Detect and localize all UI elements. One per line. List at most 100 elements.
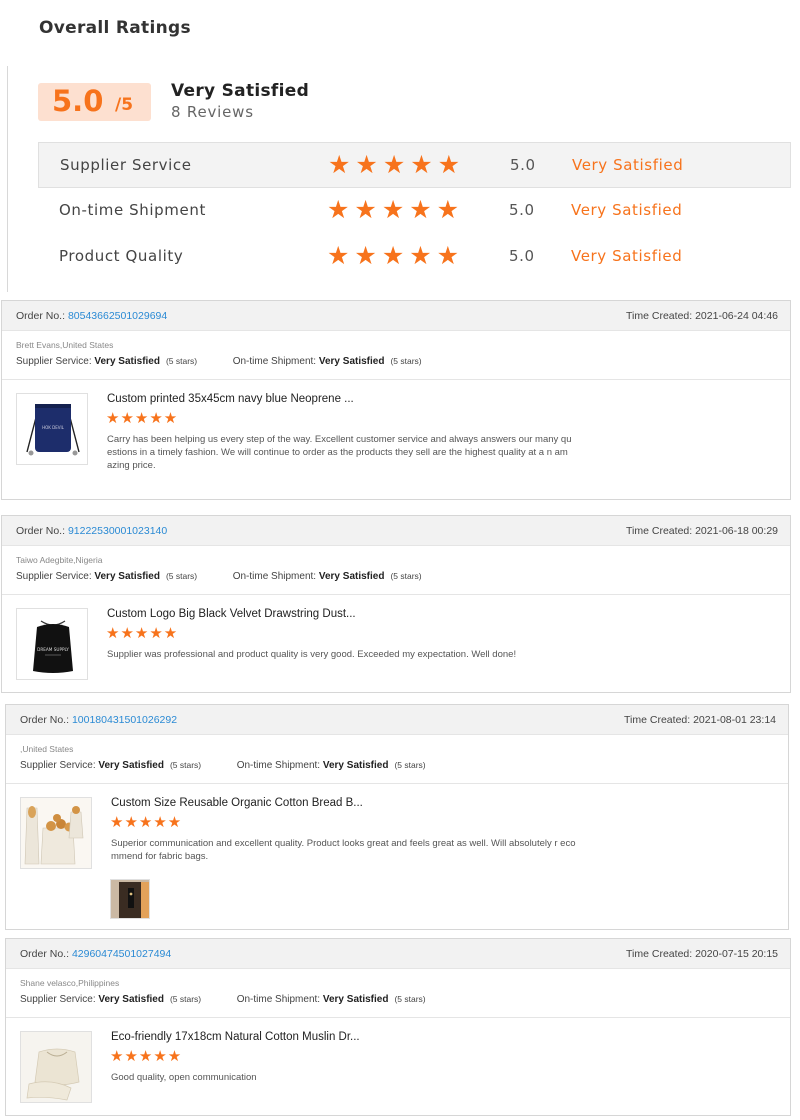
ontime-shipment-label: On-time Shipment: — [232, 356, 317, 367]
cotton-bread-bag-icon[interactable] — [20, 797, 92, 869]
product-star-rating-icon: ★★★★★ — [106, 625, 179, 642]
time-created: Time Created: 2020-07-15 20:15 — [626, 948, 778, 960]
ontime-shipment-stars: (5 stars) — [394, 994, 426, 1004]
service-ratings: Supplier Service: Very Satisfied (5 stars… — [20, 994, 426, 1005]
ontime-shipment-stars: (5 stars) — [394, 760, 426, 770]
supplier-service-stars: (5 stars) — [165, 571, 198, 581]
review-text: Superior communication and excellent qua… — [111, 838, 576, 862]
ontime-shipment-stars: (5 stars) — [390, 356, 422, 366]
review-header: Order No.: 100180431501026292 Time Creat… — [6, 705, 788, 735]
rating-category-score: 5.0 — [510, 156, 536, 174]
rating-category-verdict: Very Satisfied — [572, 156, 684, 174]
overall-verdict: Very Satisfied — [171, 81, 310, 101]
review-divider — [6, 783, 788, 784]
time-created-value: 2020-07-15 20:15 — [695, 948, 778, 960]
supplier-service-stars: (5 stars) — [169, 994, 202, 1004]
order-number-label: Order No.: — [20, 714, 70, 726]
order-number-link[interactable]: 91222530001023140 — [68, 525, 167, 537]
overall-score: 5.0 — [52, 84, 104, 118]
supplier-service-stars: (5 stars) — [169, 760, 202, 770]
order-number-link[interactable]: 42960474501027494 — [72, 948, 171, 960]
overall-score-badge: 5.0 /5 — [38, 83, 151, 121]
buyer-info: Shane velasco,Philippines — [20, 978, 120, 988]
supplier-service-stars: (5 stars) — [165, 356, 198, 366]
ontime-shipment-value: Very Satisfied — [322, 760, 389, 771]
product-title[interactable]: Custom printed 35x45cm navy blue Neopren… — [107, 393, 354, 405]
rating-row-ontime-shipment: On-time Shipment ★★★★★ 5.0 Very Satisfie… — [38, 188, 791, 234]
service-ratings: Supplier Service: Very Satisfied (5 stars… — [16, 356, 422, 367]
ontime-shipment-value: Very Satisfied — [318, 571, 385, 582]
ontime-shipment-value: Very Satisfied — [318, 356, 385, 367]
order-number-link[interactable]: 80543662501029694 — [68, 310, 167, 322]
supplier-service-label: Supplier Service: — [16, 356, 92, 367]
order-number: Order No.: 100180431501026292 — [20, 714, 177, 726]
rating-category-name: Supplier Service — [60, 156, 192, 174]
time-created: Time Created: 2021-08-01 23:14 — [624, 714, 776, 726]
product-title[interactable]: Eco-friendly 17x18cm Natural Cotton Musl… — [111, 1031, 360, 1043]
supplier-service-value: Very Satisfied — [98, 994, 164, 1005]
rating-row-product-quality: Product Quality ★★★★★ 5.0 Very Satisfied — [38, 234, 791, 280]
rating-category-name: Product Quality — [59, 247, 184, 265]
overall-score-max: /5 — [115, 95, 134, 115]
svg-text:DREAM SUPPLY: DREAM SUPPLY — [37, 647, 69, 652]
review-card: Order No.: 42960474501027494 Time Create… — [5, 938, 791, 1116]
order-number-label: Order No.: — [16, 525, 66, 537]
buyer-info: Taiwo Adegbite,Nigeria — [16, 555, 103, 565]
rating-category-verdict: Very Satisfied — [571, 201, 683, 219]
buyer-photo-icon[interactable] — [110, 879, 150, 919]
buyer-info: Brett Evans,United States — [16, 340, 114, 350]
product-star-rating-icon: ★★★★★ — [106, 410, 179, 427]
time-created: Time Created: 2021-06-18 00:29 — [626, 525, 778, 537]
overall-ratings-panel: Overall Ratings 5.0 /5 Very Satisfied 8 … — [0, 0, 800, 296]
review-header: Order No.: 42960474501027494 Time Create… — [6, 939, 790, 969]
review-text: Good quality, open communication — [111, 1072, 257, 1083]
review-header: Order No.: 91222530001023140 Time Create… — [2, 516, 790, 546]
navy-drawstring-bag-icon[interactable]: HOK DEVIL — [16, 393, 88, 465]
review-card: Order No.: 80543662501029694 Time Create… — [1, 300, 791, 500]
product-title[interactable]: Custom Size Reusable Organic Cotton Brea… — [111, 797, 363, 809]
black-velvet-bag-icon[interactable]: DREAM SUPPLY — [16, 608, 88, 680]
supplier-service-value: Very Satisfied — [94, 356, 160, 367]
star-rating-icon: ★★★★★ — [328, 151, 466, 179]
supplier-service-label: Supplier Service: — [20, 994, 96, 1005]
star-rating-icon: ★★★★★ — [327, 242, 465, 270]
time-created-label: Time Created: — [626, 310, 693, 322]
ontime-shipment-label: On-time Shipment: — [236, 994, 321, 1005]
time-created-label: Time Created: — [626, 525, 693, 537]
product-title[interactable]: Custom Logo Big Black Velvet Drawstring … — [107, 608, 356, 620]
rating-category-score: 5.0 — [509, 201, 535, 219]
muslin-drawstring-bag-icon[interactable] — [20, 1031, 92, 1103]
service-ratings: Supplier Service: Very Satisfied (5 stars… — [20, 760, 426, 771]
time-created-value: 2021-08-01 23:14 — [693, 714, 776, 726]
time-created-value: 2021-06-18 00:29 — [695, 525, 778, 537]
panel-divider — [7, 66, 8, 292]
review-text: Supplier was professional and product qu… — [107, 649, 517, 660]
review-divider — [2, 594, 790, 595]
star-rating-icon: ★★★★★ — [327, 196, 465, 224]
order-number-link[interactable]: 100180431501026292 — [72, 714, 177, 726]
time-created-label: Time Created: — [626, 948, 693, 960]
order-number-label: Order No.: — [20, 948, 70, 960]
time-created-value: 2021-06-24 04:46 — [695, 310, 778, 322]
review-card: Order No.: 100180431501026292 Time Creat… — [5, 704, 789, 930]
review-count: 8 Reviews — [171, 103, 254, 121]
review-text: Carry has been helping us every step of … — [107, 434, 572, 471]
rating-row-supplier-service: Supplier Service ★★★★★ 5.0 Very Satisfie… — [38, 142, 791, 188]
ontime-shipment-value: Very Satisfied — [322, 994, 389, 1005]
time-created: Time Created: 2021-06-24 04:46 — [626, 310, 778, 322]
supplier-service-label: Supplier Service: — [20, 760, 96, 771]
ontime-shipment-label: On-time Shipment: — [232, 571, 317, 582]
order-number: Order No.: 42960474501027494 — [20, 948, 171, 960]
rating-category-name: On-time Shipment — [59, 201, 206, 219]
review-card: Order No.: 91222530001023140 Time Create… — [1, 515, 791, 693]
supplier-service-value: Very Satisfied — [94, 571, 160, 582]
svg-text:HOK DEVIL: HOK DEVIL — [42, 425, 65, 430]
overall-ratings-title: Overall Ratings — [39, 18, 191, 38]
ontime-shipment-label: On-time Shipment: — [236, 760, 321, 771]
ontime-shipment-stars: (5 stars) — [390, 571, 422, 581]
buyer-info: ,United States — [20, 744, 74, 754]
rating-category-verdict: Very Satisfied — [571, 247, 683, 265]
product-star-rating-icon: ★★★★★ — [110, 814, 183, 831]
review-header: Order No.: 80543662501029694 Time Create… — [2, 301, 790, 331]
supplier-service-value: Very Satisfied — [98, 760, 164, 771]
